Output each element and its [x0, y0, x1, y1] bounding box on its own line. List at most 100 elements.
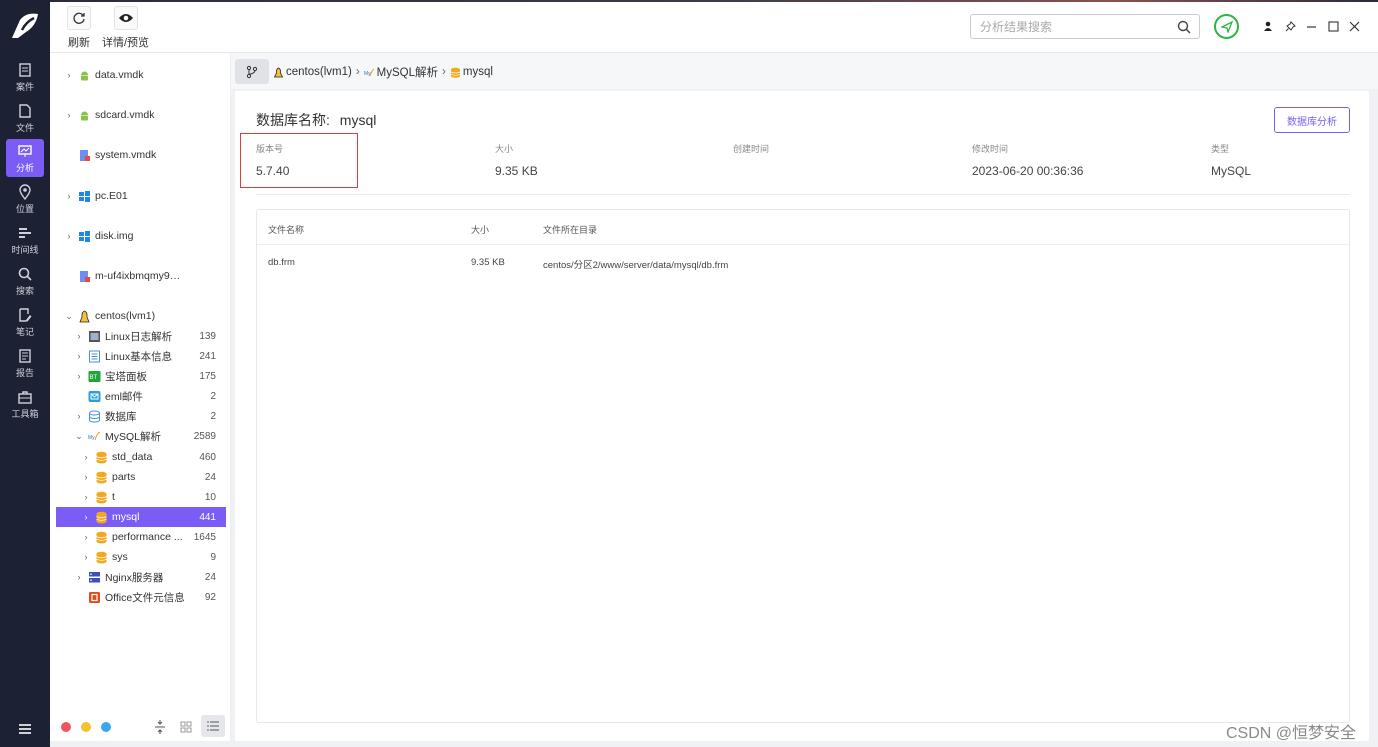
- tree-item[interactable]: ⌄ My MySQL解析 2589: [50, 426, 226, 446]
- tree-item-label: Linux日志解析: [105, 330, 173, 343]
- tree-item[interactable]: ⌄ centos(lvm1): [50, 306, 226, 326]
- expand-chevron-icon[interactable]: ›: [81, 472, 91, 482]
- file-icon: [19, 103, 31, 118]
- branch-icon: [246, 65, 258, 78]
- column-header[interactable]: 文件名称: [268, 223, 304, 236]
- tree-item[interactable]: › Linux基本信息 241: [50, 346, 226, 366]
- tree-item-count: 441: [199, 511, 216, 523]
- page-title: 数据库名称: mysql: [256, 110, 376, 130]
- expand-chevron-icon[interactable]: ›: [74, 331, 84, 341]
- menu-icon[interactable]: [18, 722, 32, 736]
- user-icon[interactable]: [1261, 19, 1275, 33]
- nav-item-case[interactable]: 案件: [6, 58, 44, 96]
- tree-item[interactable]: › 数据库 2: [50, 406, 226, 426]
- minimize-icon[interactable]: [1304, 19, 1318, 33]
- column-header[interactable]: 大小: [471, 223, 489, 236]
- blue-dot-icon[interactable]: [101, 722, 111, 732]
- list-view-button[interactable]: [201, 715, 225, 737]
- log-icon: [89, 330, 100, 342]
- tree-item[interactable]: › BT 宝塔面板 175: [50, 366, 226, 386]
- tree-item[interactable]: › Nginx服务器 24: [50, 567, 226, 587]
- column-header[interactable]: 文件所在目录: [543, 223, 597, 236]
- tree-item[interactable]: › performance ... 1645: [50, 527, 226, 547]
- expand-chevron-icon[interactable]: ›: [64, 191, 74, 201]
- expand-chevron-icon[interactable]: ›: [81, 552, 91, 562]
- svg-text:My: My: [88, 435, 95, 441]
- tree-item[interactable]: system.vmdk: [50, 145, 226, 165]
- nav-item-location[interactable]: 位置: [6, 180, 44, 218]
- breadcrumb-item[interactable]: centos(lvm1): [286, 66, 352, 78]
- expand-chevron-icon[interactable]: ›: [64, 231, 74, 241]
- timeline-icon: [19, 227, 31, 238]
- tree-item-label: MySQL解析: [105, 430, 162, 443]
- preview-button[interactable]: 详情/预览: [102, 6, 149, 50]
- nav-item-toolbox[interactable]: 工具箱: [6, 385, 44, 423]
- tree-item[interactable]: eml邮件 2: [50, 386, 226, 406]
- nav-item-file[interactable]: 文件: [6, 99, 44, 137]
- expand-chevron-icon[interactable]: ›: [81, 452, 91, 462]
- meta-size: 大小 9.35 KB: [495, 142, 538, 178]
- meta-key: 大小: [495, 144, 514, 154]
- tree-item-label: Nginx服务器: [105, 571, 164, 584]
- expand-chevron-icon[interactable]: ›: [74, 411, 84, 421]
- tree-item[interactable]: › std_data 460: [50, 447, 226, 467]
- nav-label: 分析: [15, 162, 34, 173]
- eye-icon: [113, 6, 138, 30]
- nav-item-note[interactable]: 笔记: [6, 303, 44, 341]
- search-icon[interactable]: [1177, 20, 1191, 34]
- expand-chevron-icon[interactable]: ⌄: [64, 311, 74, 322]
- tree-item[interactable]: Office文件元信息 92: [50, 587, 226, 607]
- search-box: [970, 14, 1200, 39]
- expand-chevron-icon[interactable]: ›: [81, 532, 91, 542]
- nav-item-report[interactable]: 报告: [6, 344, 44, 382]
- expand-chevron-icon[interactable]: ›: [64, 70, 74, 80]
- tree-item[interactable]: › disk.img: [50, 226, 226, 246]
- close-icon[interactable]: [1347, 19, 1361, 33]
- meta-created: 创建时间: [733, 142, 769, 164]
- tree-item[interactable]: › pc.E01: [50, 186, 226, 206]
- db-title-label: 数据库名称:: [256, 112, 330, 128]
- tree-item-label: sdcard.vmdk: [95, 109, 155, 121]
- breadcrumb-item[interactable]: MySQL解析: [377, 64, 438, 80]
- disk-image-icon: [80, 149, 90, 161]
- tree-item-label: performance ...: [112, 531, 183, 543]
- expand-chevron-icon[interactable]: ›: [74, 572, 84, 582]
- breadcrumb-item[interactable]: mysql: [463, 66, 493, 78]
- tree-item[interactable]: › sdcard.vmdk: [50, 105, 226, 125]
- tree-item[interactable]: › parts 24: [50, 467, 226, 487]
- collapse-all-icon[interactable]: [154, 720, 166, 734]
- refresh-button[interactable]: 刷新: [67, 6, 91, 50]
- yellow-dot-icon[interactable]: [81, 722, 91, 732]
- nav-item-search[interactable]: 搜索: [6, 262, 44, 300]
- cell-path: centos/分区2/www/server/data/mysql/db.frm: [543, 260, 729, 271]
- red-dot-icon[interactable]: [61, 722, 71, 732]
- nav-item-timeline[interactable]: 时间线: [6, 221, 44, 259]
- nav-label: 笔记: [15, 326, 34, 337]
- search-input[interactable]: [971, 15, 1161, 38]
- tree-item[interactable]: › Linux日志解析 139: [50, 326, 226, 346]
- meta-modified: 修改时间 2023-06-20 00:36:36: [972, 142, 1083, 178]
- tree-item[interactable]: › data.vmdk: [50, 65, 226, 85]
- database-analyze-button[interactable]: 数据库分析: [1274, 107, 1350, 133]
- expand-chevron-icon[interactable]: ›: [81, 492, 91, 502]
- grid-view-icon[interactable]: [180, 721, 192, 733]
- tree-item[interactable]: › sys 9: [50, 547, 226, 567]
- send-button[interactable]: [1214, 14, 1239, 39]
- expand-chevron-icon[interactable]: ⌄: [74, 431, 84, 442]
- meta-key: 类型: [1211, 144, 1230, 154]
- expand-chevron-icon[interactable]: ›: [81, 512, 91, 522]
- branch-button[interactable]: [235, 59, 269, 84]
- database-icon: [89, 410, 100, 422]
- pin-icon[interactable]: [1283, 19, 1297, 33]
- tree-item[interactable]: › t 10: [50, 487, 226, 507]
- expand-chevron-icon[interactable]: ›: [74, 371, 84, 381]
- tree-item[interactable]: m-uf4ixbmqmy9mzs0yciu...: [50, 266, 226, 286]
- nav-item-analysis[interactable]: 分析: [6, 139, 44, 177]
- expand-chevron-icon[interactable]: ›: [64, 110, 74, 120]
- db-icon: [96, 531, 107, 543]
- tree-item[interactable]: › mysql 441: [56, 507, 226, 527]
- analysis-icon: [18, 144, 32, 157]
- db-title-value: mysql: [339, 112, 377, 128]
- maximize-icon[interactable]: [1326, 19, 1340, 33]
- expand-chevron-icon[interactable]: ›: [74, 351, 84, 361]
